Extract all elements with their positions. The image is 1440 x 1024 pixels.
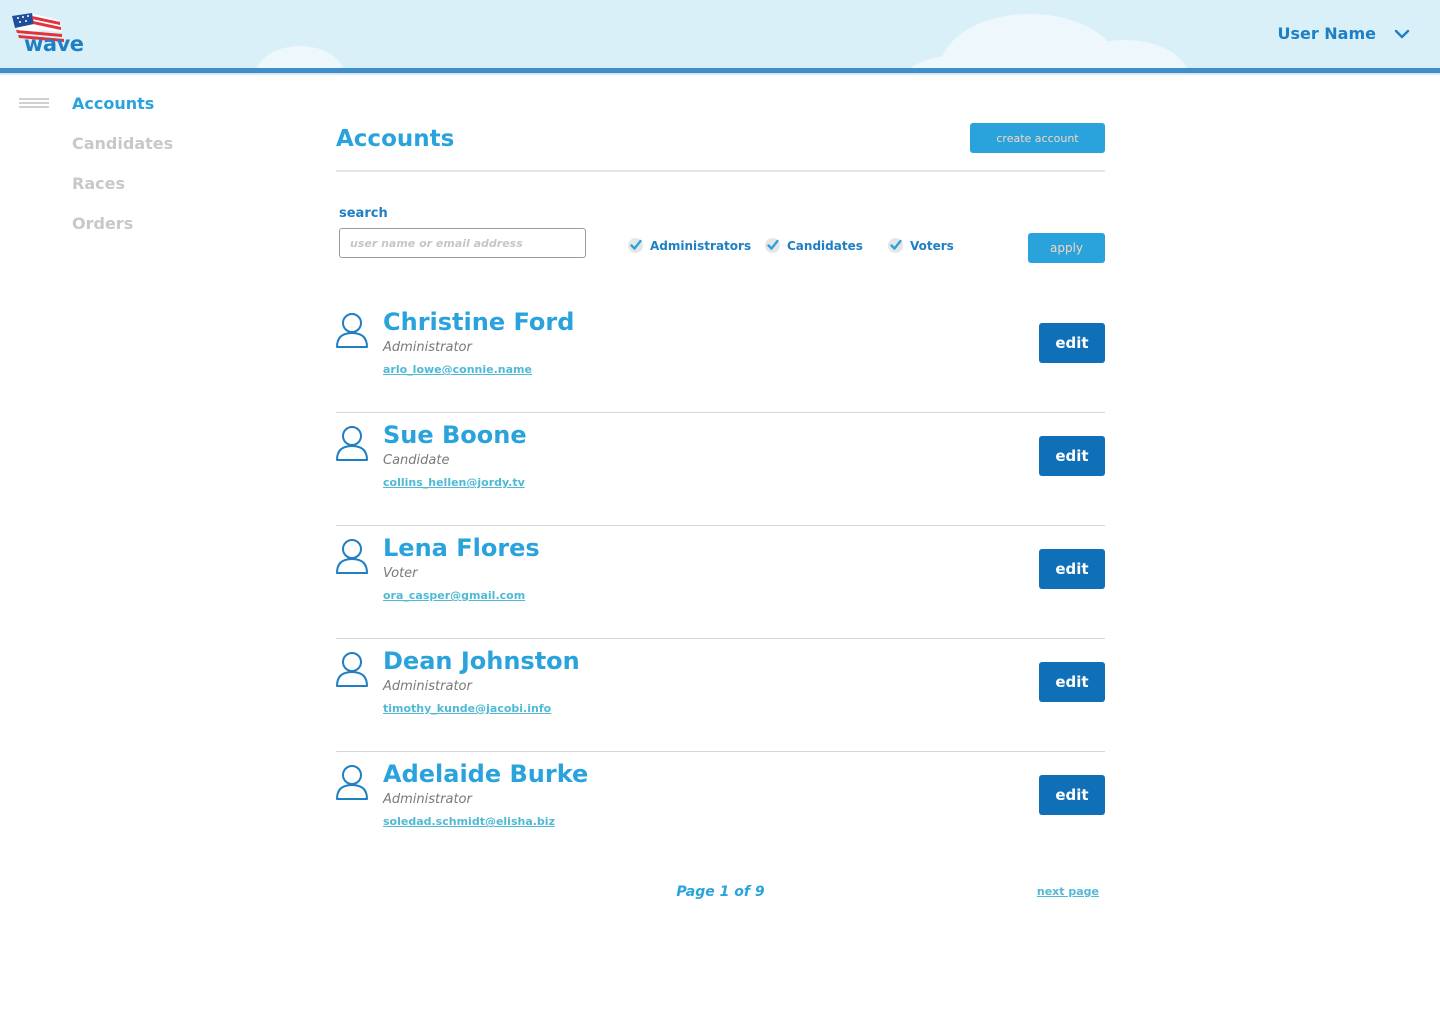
user-avatar-icon (336, 765, 368, 800)
sidebar-item-candidates[interactable]: Candidates (72, 134, 173, 174)
apply-button[interactable]: apply (1028, 233, 1105, 263)
main-content: Accounts create account search Administr… (336, 120, 1105, 865)
account-role: Candidate (383, 453, 450, 468)
account-role: Administrator (383, 792, 472, 807)
cloud-decoration (255, 46, 345, 68)
account-email-link[interactable]: arlo_lowe@connie.name (383, 363, 532, 376)
account-email-link[interactable]: ora_casper@gmail.com (383, 589, 525, 602)
pagination: Page 1 of 9 next page (336, 884, 1105, 908)
account-name: Sue Boone (383, 421, 527, 449)
filter-label: Administrators (650, 238, 752, 253)
user-avatar-icon (336, 652, 368, 687)
header-shadow (0, 73, 1440, 76)
user-menu[interactable]: User Name (1277, 24, 1410, 43)
filter-bar: search Administrators Candidates Voters … (336, 172, 1105, 300)
list-item: Sue Boone Candidate collins_hellen@jordy… (336, 413, 1105, 526)
account-name: Dean Johnston (383, 647, 580, 675)
account-email-link[interactable]: collins_hellen@jordy.tv (383, 476, 525, 489)
checkbox-check-icon[interactable] (764, 237, 781, 254)
edit-button[interactable]: edit (1039, 323, 1105, 363)
list-item: Lena Flores Voter ora_casper@gmail.com e… (336, 526, 1105, 639)
list-item: Christine Ford Administrator arlo_lowe@c… (336, 300, 1105, 413)
account-email-link[interactable]: timothy_kunde@jacobi.info (383, 702, 551, 715)
filter-label: Voters (910, 238, 954, 253)
checkbox-check-icon[interactable] (627, 237, 644, 254)
edit-button[interactable]: edit (1039, 662, 1105, 702)
account-name: Christine Ford (383, 308, 575, 336)
sidebar-item-orders[interactable]: Orders (72, 214, 173, 254)
edit-button[interactable]: edit (1039, 549, 1105, 589)
filter-label: Candidates (787, 238, 863, 253)
list-item: Adelaide Burke Administrator soledad.sch… (336, 752, 1105, 865)
title-row: Accounts create account (336, 120, 1105, 172)
sidebar-item-accounts[interactable]: Accounts (72, 94, 173, 134)
logo-text[interactable]: wave (24, 32, 84, 56)
account-name: Lena Flores (383, 534, 540, 562)
edit-button[interactable]: edit (1039, 436, 1105, 476)
create-account-button[interactable]: create account (970, 123, 1105, 153)
hamburger-icon[interactable] (19, 98, 49, 110)
filter-candidates[interactable]: Candidates (764, 237, 863, 254)
user-avatar-icon (336, 426, 368, 461)
app-header: wave User Name (0, 0, 1440, 68)
user-avatar-icon (336, 313, 368, 348)
user-name[interactable]: User Name (1277, 24, 1376, 43)
chevron-down-icon[interactable] (1394, 26, 1410, 42)
list-item: Dean Johnston Administrator timothy_kund… (336, 639, 1105, 752)
page-indicator: Page 1 of 9 (676, 884, 765, 900)
sidebar-item-races[interactable]: Races (72, 174, 173, 214)
filter-voters[interactable]: Voters (887, 237, 954, 254)
account-name: Adelaide Burke (383, 760, 589, 788)
account-email-link[interactable]: soledad.schmidt@elisha.biz (383, 815, 555, 828)
edit-button[interactable]: edit (1039, 775, 1105, 815)
accounts-list: Christine Ford Administrator arlo_lowe@c… (336, 300, 1105, 865)
checkbox-check-icon[interactable] (887, 237, 904, 254)
next-page-link[interactable]: next page (1037, 885, 1099, 898)
account-role: Voter (383, 566, 418, 581)
user-avatar-icon (336, 539, 368, 574)
filter-administrators[interactable]: Administrators (627, 237, 751, 254)
page-title: Accounts (336, 126, 455, 152)
account-role: Administrator (383, 679, 472, 694)
search-label: search (339, 206, 388, 221)
sidebar-nav: Accounts Candidates Races Orders (72, 94, 173, 254)
search-input[interactable] (339, 228, 586, 258)
account-role: Administrator (383, 340, 472, 355)
